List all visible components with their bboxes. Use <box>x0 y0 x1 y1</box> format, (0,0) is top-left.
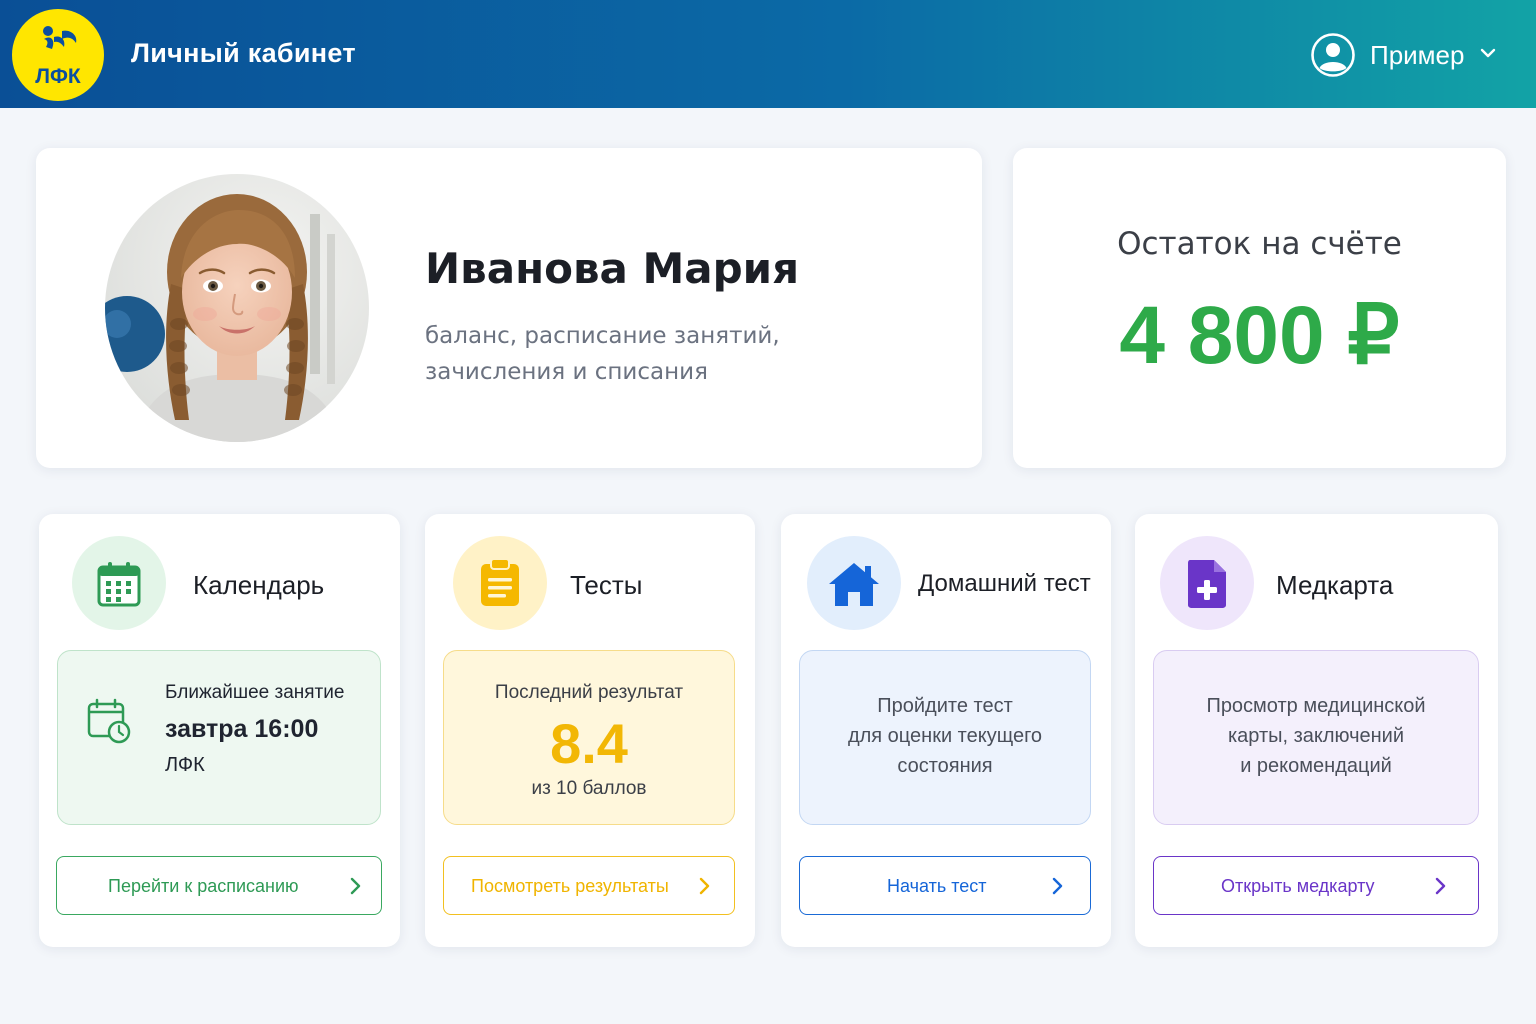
chevron-down-icon <box>1480 48 1496 58</box>
start-test-label: Начать тест <box>887 876 987 896</box>
calendar-clock-icon <box>87 698 131 744</box>
tests-card: Тесты Последний результат 8.4 из 10 балл… <box>425 514 755 947</box>
profile-card: Иванова Мария баланс, расписание занятий… <box>36 148 982 468</box>
profile-description-line: баланс, расписание занятий, <box>425 323 780 349</box>
calendar-title: Календарь <box>193 570 325 600</box>
chevron-right-icon <box>350 877 361 895</box>
medcard-line: и рекомендаций <box>1240 755 1392 777</box>
home-test-card: Домашний тест Пройдите тест для оценки т… <box>781 514 1111 947</box>
go-to-schedule-label: Перейти к расписанию <box>108 876 299 896</box>
view-results-button[interactable]: Посмотреть результаты <box>443 856 735 915</box>
calendar-icon <box>97 562 141 607</box>
user-menu[interactable]: Пример <box>1310 30 1510 80</box>
medcard-line: Просмотр медицинской <box>1206 695 1426 717</box>
calendar-icon-circle <box>72 536 166 630</box>
chevron-right-icon <box>1052 877 1063 895</box>
clipboard-icon <box>481 558 519 606</box>
last-result-label: Последний результат <box>494 682 684 703</box>
home-test-panel: Пройдите тест для оценки текущего состоя… <box>799 650 1091 825</box>
start-test-button[interactable]: Начать тест <box>799 856 1091 915</box>
balance-card: Остаток на счёте 4 800 ₽ <box>1013 148 1506 468</box>
medcard-line: карты, заключений <box>1227 725 1405 747</box>
next-session-time: завтра 16:00 <box>165 715 319 743</box>
avatar-photo <box>105 174 369 442</box>
home-test-title: Домашний тест <box>918 570 1091 597</box>
tests-title: Тесты <box>570 570 643 600</box>
next-session-label: Ближайшее занятие <box>165 682 345 703</box>
next-session-type: ЛФК <box>165 754 205 776</box>
medcard-panel: Просмотр медицинской карты, заключений и… <box>1153 650 1479 825</box>
calendar-card: Календарь Ближайшее занятие завтра 16:00… <box>39 514 400 947</box>
medical-document-icon <box>1188 560 1226 608</box>
logo-mark-icon <box>43 26 77 49</box>
medcard-card: Медкарта Просмотр медицинской карты, зак… <box>1135 514 1498 947</box>
patient-name: Иванова Мария <box>425 244 800 293</box>
chevron-right-icon <box>699 877 710 895</box>
open-medcard-label: Открыть медкарту <box>1221 876 1375 896</box>
page-title: Личный кабинет <box>131 38 356 68</box>
last-result-score: 8.4 <box>550 712 628 775</box>
medcard-icon-circle <box>1160 536 1254 630</box>
balance-label: Остаток на счёте <box>1117 226 1402 262</box>
home-test-line: для оценки текущего <box>847 725 1043 747</box>
home-test-line: состояния <box>897 755 993 777</box>
balance-value: 4 800 ₽ <box>1119 290 1400 381</box>
logo-text: ЛФК <box>35 65 81 88</box>
chevron-right-icon <box>1435 877 1446 895</box>
user-circle-icon <box>1311 33 1355 77</box>
go-to-schedule-button[interactable]: Перейти к расписанию <box>56 856 382 915</box>
house-icon <box>829 563 879 606</box>
next-session-panel: Ближайшее занятие завтра 16:00 ЛФК <box>57 650 381 825</box>
top-bar: ЛФК Личный кабинет Пример <box>0 0 1536 108</box>
tests-icon-circle <box>453 536 547 630</box>
home-test-description: Пройдите тест для оценки текущего состоя… <box>800 691 1090 781</box>
logo[interactable]: ЛФК <box>12 9 104 101</box>
view-results-label: Посмотреть результаты <box>471 876 669 896</box>
last-result-panel: Последний результат 8.4 из 10 баллов <box>443 650 735 825</box>
profile-description: баланс, расписание занятий, зачисления и… <box>425 318 845 390</box>
avatar <box>105 174 369 442</box>
last-result-suffix: из 10 баллов <box>531 778 647 799</box>
home-icon-circle <box>807 536 901 630</box>
user-name: Пример <box>1370 40 1465 70</box>
home-test-line: Пройдите тест <box>877 695 1013 717</box>
medcard-title: Медкарта <box>1276 570 1394 600</box>
open-medcard-button[interactable]: Открыть медкарту <box>1153 856 1479 915</box>
medcard-description: Просмотр медицинской карты, заключений и… <box>1154 691 1478 781</box>
profile-description-line: зачисления и списания <box>425 359 708 385</box>
